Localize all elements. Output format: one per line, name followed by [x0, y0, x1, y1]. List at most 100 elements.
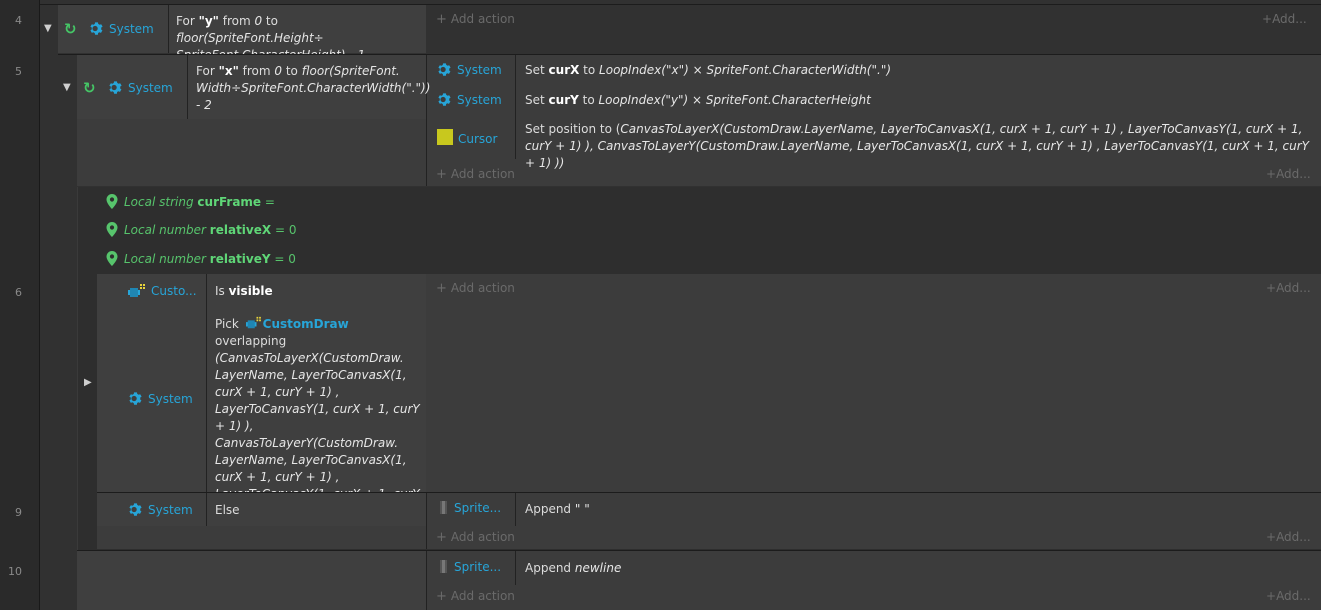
add-action-label: Add action: [450, 530, 515, 544]
expression-token: - 2: [196, 98, 212, 112]
loop-icon: ↻: [83, 79, 96, 97]
action-object-label: Sprite...: [454, 501, 502, 515]
condition-object-system[interactable]: System: [128, 391, 193, 406]
separator: [187, 55, 188, 119]
event-10-add-action[interactable]: + Add action: [436, 589, 515, 604]
cursor-square-icon: [437, 129, 453, 148]
action-object-cursor[interactable]: Cursor: [437, 129, 497, 148]
condition-object-customdraw[interactable]: Custo...: [126, 283, 197, 299]
condition-object-label: Custo...: [151, 284, 197, 298]
map-pin-icon: [106, 194, 118, 209]
expression-token: LoopIndex("y") × SpriteFont.CharacterHei…: [598, 93, 871, 107]
separator: [206, 493, 207, 526]
expression-token: LoopIndex("x") × SpriteFont.CharacterWid…: [599, 63, 892, 77]
expression-token: newline: [574, 561, 622, 575]
action-object-label: Cursor: [458, 131, 498, 146]
event-5-condition-text: For "x" from 0 to floor(SpriteFont. Widt…: [196, 64, 431, 112]
local-value: =: [264, 194, 275, 209]
add-right-label: Add...: [1276, 281, 1311, 295]
add-right-label: Add...: [1276, 167, 1311, 181]
expression-token: " ": [574, 502, 590, 516]
event-10-condition-block[interactable]: [77, 551, 426, 610]
separator: [77, 187, 78, 550]
gear-icon: [128, 391, 143, 406]
row-number-9: 9: [15, 506, 22, 519]
add-right-label: Add...: [1276, 530, 1311, 544]
customdraw-icon: [126, 283, 146, 299]
action-object-label: Sprite...: [454, 560, 502, 574]
event-4-object-label: System: [109, 21, 154, 36]
local-type: Local string: [124, 194, 194, 209]
event-4-add-action[interactable]: + Add action: [436, 12, 515, 27]
event-9-object[interactable]: System: [128, 502, 193, 517]
collapse-arrow-event-5[interactable]: ▼: [63, 82, 71, 93]
event-9-add-action[interactable]: + Add action: [436, 530, 515, 545]
local-variable-relativex[interactable]: Local number relativeX = 0: [106, 222, 296, 237]
event-5-add-right[interactable]: +Add...: [1266, 167, 1311, 181]
action-text-set-position[interactable]: Set position to (CanvasToLayerX(CustomDr…: [525, 121, 1311, 172]
separator: [168, 5, 169, 53]
local-variable-relativey[interactable]: Local number relativeY = 0: [106, 251, 296, 266]
event-5-object[interactable]: System: [108, 80, 173, 95]
expand-arrow-event-6[interactable]: ▶: [84, 377, 92, 388]
add-right-label: Add...: [1272, 12, 1307, 26]
condition-text-pick-overlapping[interactable]: Pick CustomDraw overlapping (CanvasToLay…: [215, 316, 423, 520]
event-4-add-right[interactable]: +Add...: [1262, 12, 1307, 26]
local-name: relativeY: [209, 251, 271, 266]
customdraw-icon: [245, 316, 261, 329]
gear-icon: [437, 92, 452, 107]
spritefont-icon: [439, 500, 449, 516]
bold-token: curY: [548, 93, 579, 107]
separator: [515, 55, 516, 159]
action-object-system[interactable]: System: [437, 62, 502, 77]
expression-token: CanvasToLayerX(CustomDraw.LayerName, Lay…: [525, 122, 1309, 170]
action-text-set-curx[interactable]: Set curX to LoopIndex("x") × SpriteFont.…: [525, 62, 1315, 79]
event-5-add-action[interactable]: + Add action: [436, 167, 515, 182]
separator: [426, 551, 427, 610]
action-text-append-newline[interactable]: Append newline: [525, 560, 621, 577]
add-action-label: Add action: [450, 589, 515, 603]
separator: [515, 493, 516, 526]
separator: [426, 55, 427, 186]
row-number-10: 10: [8, 565, 22, 578]
loop-icon: ↻: [64, 20, 77, 38]
spritefont-icon: [439, 559, 449, 575]
bold-token: curX: [548, 63, 580, 77]
action-object-label: System: [457, 92, 502, 107]
event-6-add-right[interactable]: +Add...: [1266, 281, 1311, 295]
bold-token: "y": [198, 14, 219, 28]
event-4-object[interactable]: System: [89, 21, 154, 36]
add-action-label: Add action: [450, 12, 515, 26]
local-name: relativeX: [209, 222, 272, 237]
gear-icon: [128, 502, 143, 517]
action-text-set-cury[interactable]: Set curY to LoopIndex("y") × SpriteFont.…: [525, 92, 1315, 109]
action-object-spritefont[interactable]: Sprite...: [439, 500, 501, 516]
row-number-5: 5: [15, 65, 22, 78]
action-object-system[interactable]: System: [437, 92, 502, 107]
event-9-add-right[interactable]: +Add...: [1266, 530, 1311, 544]
bold-token: "x": [218, 64, 239, 78]
pick-object-customdraw: CustomDraw: [243, 316, 349, 331]
map-pin-icon: [106, 251, 118, 266]
row-number-6: 6: [15, 286, 22, 299]
map-pin-icon: [106, 222, 118, 237]
local-type: Local number: [124, 222, 206, 237]
event-10-add-right[interactable]: +Add...: [1266, 589, 1311, 603]
add-action-label: Add action: [450, 281, 515, 295]
event-6-add-action[interactable]: + Add action: [436, 281, 515, 296]
condition-text-is-visible[interactable]: Is visible: [215, 283, 423, 300]
local-variable-curframe[interactable]: Local string curFrame =: [106, 194, 275, 209]
separator: [426, 493, 427, 549]
gear-icon: [89, 21, 104, 36]
collapse-arrow-event-4[interactable]: ▼: [44, 23, 52, 34]
condition-object-label: System: [148, 391, 193, 406]
local-value: = 0: [274, 222, 297, 237]
local-name: curFrame: [197, 194, 262, 209]
row-number-4: 4: [15, 14, 22, 27]
separator: [206, 274, 207, 492]
action-text-append-space[interactable]: Append " ": [525, 501, 590, 518]
condition-text-else[interactable]: Else: [215, 502, 240, 519]
gear-icon: [437, 62, 452, 77]
separator: [515, 551, 516, 585]
action-object-spritefont[interactable]: Sprite...: [439, 559, 501, 575]
